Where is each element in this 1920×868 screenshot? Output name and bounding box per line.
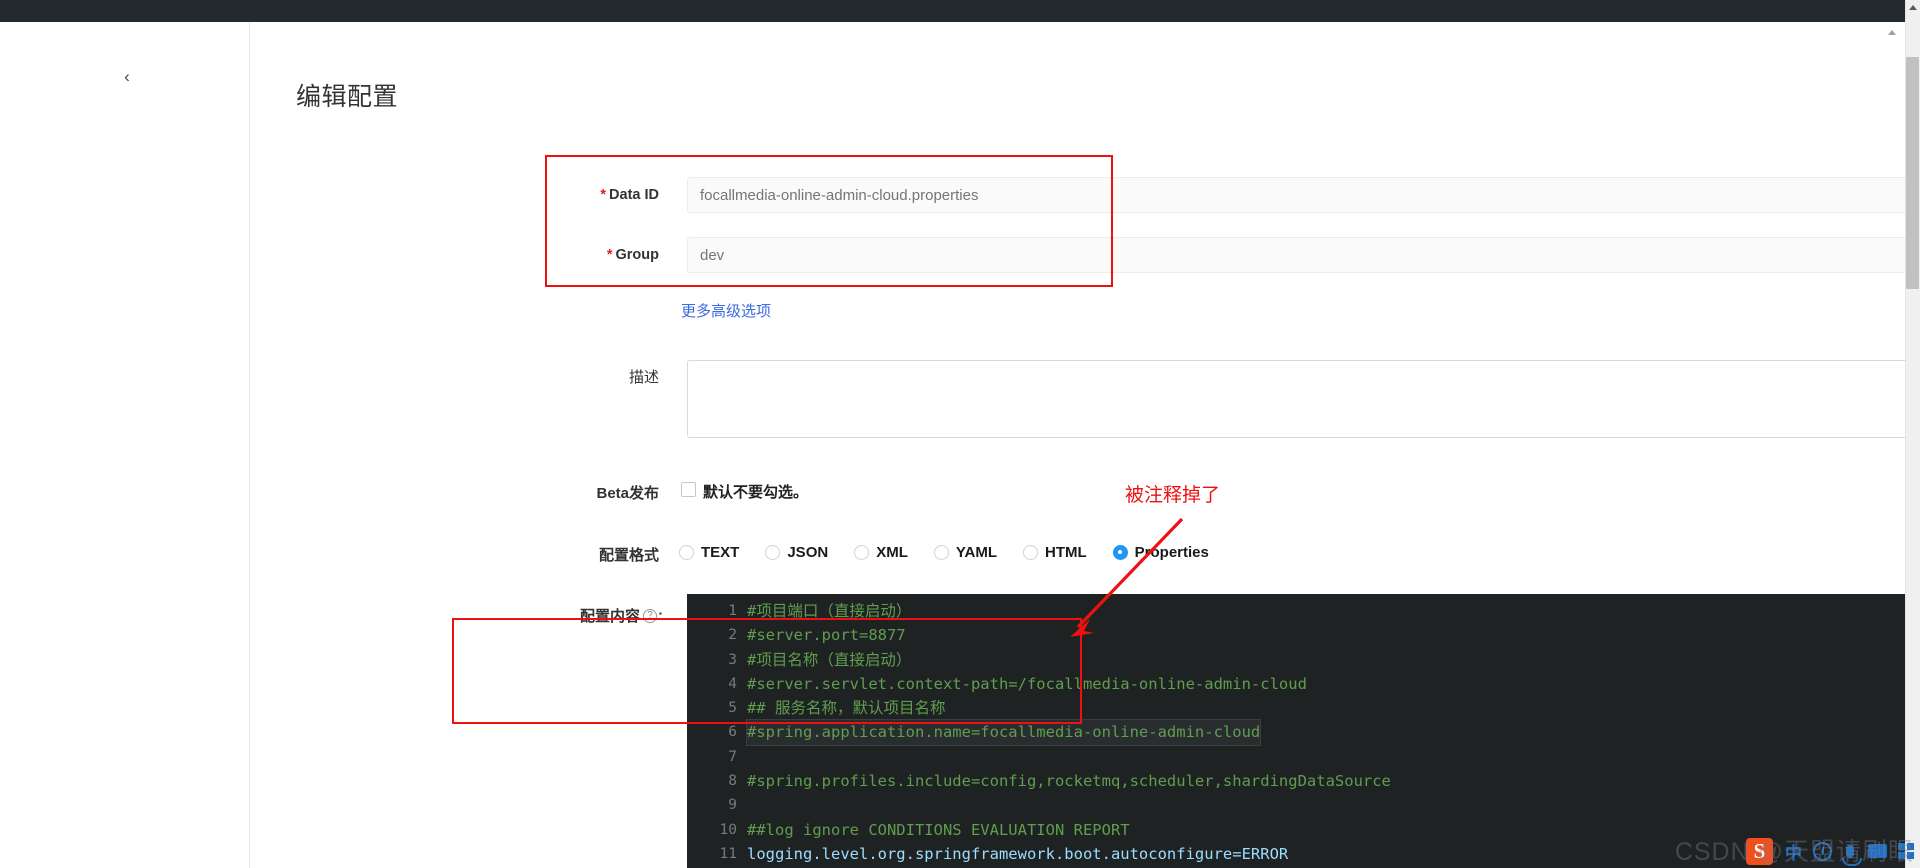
required-marker: * [606, 247, 613, 263]
ime-skin-icon[interactable] [1813, 841, 1832, 861]
required-marker: * [600, 187, 607, 203]
code-line[interactable]: 10 ##log ignore CONDITIONS EVALUATION REP… [687, 818, 1905, 842]
code-line[interactable]: 11 logging.level.org.springframework.boot… [687, 842, 1905, 866]
group-input[interactable] [687, 237, 1905, 273]
radio-label: JSON [787, 543, 829, 561]
config-content-colon: : [658, 607, 663, 624]
chevron-left-icon[interactable]: ‹ [118, 68, 136, 86]
beta-release-checkbox[interactable] [681, 482, 696, 497]
data-id-label: * Data ID [251, 177, 673, 213]
line-number: 7 [728, 748, 737, 765]
advanced-options-link[interactable]: 更多高级选项 [681, 300, 771, 321]
page-scrollbar[interactable] [1905, 0, 1920, 868]
radio-format-yaml[interactable]: YAML [933, 543, 997, 561]
code-line[interactable]: 3 #项目名称（直接启动） [687, 648, 1905, 672]
ime-keyboard-icon[interactable] [1868, 844, 1887, 858]
radio-dot-icon [933, 544, 949, 560]
code-line[interactable]: 6 #spring.application.name=focallmedia-on… [687, 720, 1905, 745]
code-line[interactable]: 7 [687, 745, 1905, 769]
config-format-radio-group: TEXT JSON XML YAML HTML Properties [679, 540, 1235, 564]
beta-release-hint: 默认不要勾选。 [703, 484, 809, 501]
beta-release-label: Beta发布 [596, 485, 659, 502]
left-sidebar: ‹ [0, 22, 250, 868]
line-text: #spring.application.name=focallmedia-onl… [747, 720, 1261, 745]
radio-format-text[interactable]: TEXT [679, 544, 739, 561]
line-text: ##log ignore CONDITIONS EVALUATION REPOR… [747, 820, 1130, 839]
group-label-text: Group [615, 247, 660, 263]
radio-dot-icon [1023, 544, 1038, 560]
radio-format-properties[interactable]: Properties [1112, 543, 1209, 561]
sogou-logo-icon[interactable]: S [1746, 837, 1773, 865]
main-content: 编辑配置 *Data ID *Group 更多高级选项 描述 Beta发布 默认… [251, 22, 1905, 868]
radio-label: TEXT [701, 543, 740, 561]
line-number: 3 [728, 651, 737, 668]
line-number: 2 [728, 627, 737, 644]
config-content-label: 配置内容 ? : [251, 605, 675, 626]
form-row-data-id: * Data ID [251, 177, 1905, 213]
config-content-editor[interactable]: 1 #项目端口（直接启动） 2 #server.port=8877 3 #项目名称（直接启… [687, 594, 1905, 868]
line-text: #spring.profiles.include=config,rocketmq… [747, 772, 1391, 791]
line-text: logging.level.org.springframework.boot.a… [747, 844, 1289, 863]
line-text: #项目名称（直接启动） [747, 650, 912, 669]
code-line[interactable]: 1 #项目端口（直接启动） [687, 599, 1905, 623]
editor-lines: 1 #项目端口（直接启动） 2 #server.port=8877 3 #项目名称（直接启… [687, 599, 1905, 868]
line-text: #server.port=8877 [747, 626, 906, 645]
line-text: #项目端口（直接启动） [747, 602, 912, 620]
ime-toolbar[interactable]: S 中 [1746, 836, 1918, 866]
line-number: 10 [719, 821, 737, 838]
app-window: ‹ 编辑配置 *Data ID *Group 更多高级选项 描述 Beta发布 [0, 0, 1920, 868]
browser-top-bar [0, 0, 1905, 22]
group-label: * Group [251, 237, 673, 273]
radio-dot-icon [854, 544, 870, 560]
line-text: ## 服务名称，默认项目名称 [747, 699, 946, 718]
code-line[interactable]: 2 #server.port=8877 [687, 623, 1905, 647]
scroll-up-arrow-icon[interactable] [1909, 5, 1917, 10]
radio-format-json[interactable]: JSON [765, 544, 828, 561]
code-line[interactable]: 9 [687, 793, 1905, 817]
page-scrollbar-thumb[interactable] [1906, 57, 1919, 289]
description-textarea[interactable] [687, 360, 1905, 438]
radio-label: YAML [955, 543, 997, 561]
scroll-caret-icon [1888, 30, 1896, 35]
radio-dot-icon [1112, 544, 1128, 560]
radio-label: HTML [1045, 543, 1087, 561]
line-number: 8 [728, 773, 737, 790]
ime-chinese-mode[interactable]: 中 [1785, 839, 1802, 864]
code-line[interactable]: 5 ## 服务名称，默认项目名称 [687, 696, 1905, 720]
radio-format-xml[interactable]: XML [854, 544, 908, 561]
config-content-label-text: 配置内容 [579, 608, 640, 625]
config-format-label: 配置格式 [598, 547, 659, 564]
description-label: 描述 [628, 369, 659, 386]
line-number: 11 [719, 845, 737, 862]
question-circle-icon[interactable]: ? [643, 608, 657, 623]
annotation-callout-text: 被注释掉了 [1125, 485, 1221, 506]
data-id-input[interactable] [687, 177, 1905, 213]
radio-label: Properties [1134, 543, 1209, 561]
radio-format-html[interactable]: HTML [1023, 544, 1087, 561]
line-number: 4 [728, 675, 737, 692]
radio-dot-icon [765, 544, 781, 560]
code-line[interactable]: 8 #spring.profiles.include=config,rocketm… [687, 769, 1905, 793]
radio-label: XML [876, 543, 908, 561]
data-id-label-text: Data ID [609, 187, 659, 203]
page-title: 编辑配置 [296, 83, 399, 111]
line-number: 6 [728, 724, 737, 741]
line-number: 5 [728, 700, 737, 717]
ime-toolbox-icon[interactable] [1898, 843, 1914, 859]
form-row-group: * Group [251, 237, 1905, 273]
radio-dot-icon [679, 544, 694, 560]
code-line[interactable]: 4 #server.servlet.context-path=/focallmed… [687, 672, 1905, 696]
line-number: 1 [728, 603, 737, 619]
line-number: 9 [728, 797, 737, 814]
ime-voice-icon[interactable] [1842, 844, 1862, 866]
line-text: #server.servlet.context-path=/focallmedi… [747, 674, 1307, 693]
